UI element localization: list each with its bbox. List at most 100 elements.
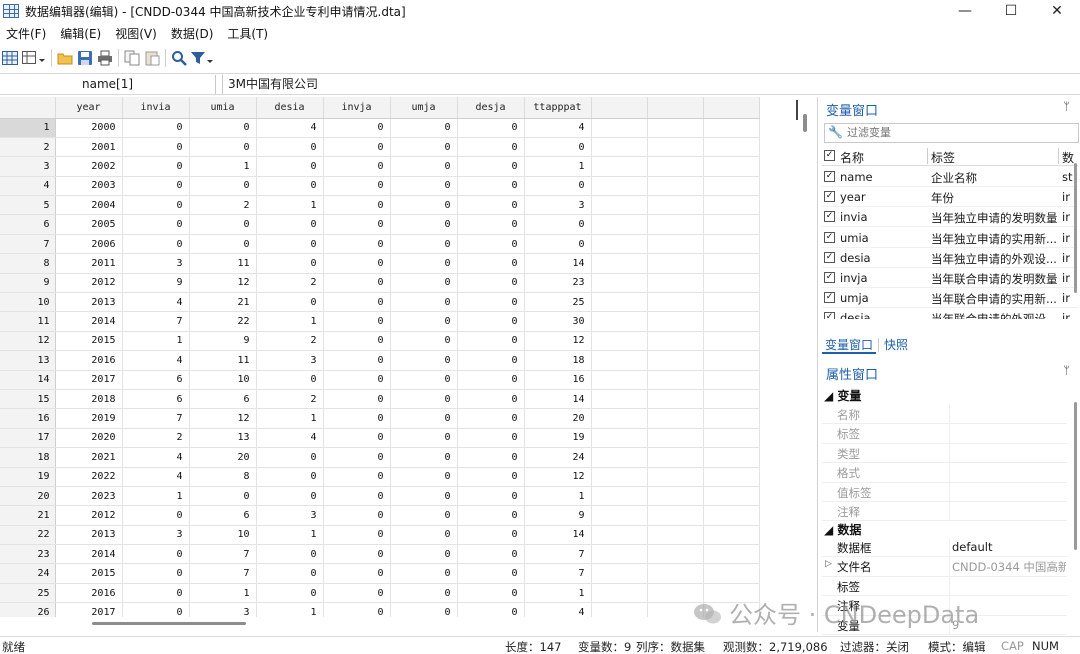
- data-cell[interactable]: 25: [524, 292, 592, 313]
- data-cell[interactable]: 0: [122, 544, 190, 565]
- variable-list-item[interactable]: ✓ umia 当年独立申请的实用新... ir: [822, 228, 1078, 248]
- data-cell[interactable]: 0: [390, 234, 458, 255]
- row-number[interactable]: 17: [0, 428, 56, 449]
- empty-cell[interactable]: [591, 118, 648, 138]
- data-cell[interactable]: 7: [189, 544, 257, 565]
- data-cell[interactable]: 0: [457, 292, 525, 313]
- data-cell[interactable]: 0: [189, 176, 257, 197]
- empty-cell[interactable]: [591, 389, 648, 410]
- data-cell[interactable]: 0: [323, 292, 391, 313]
- empty-cell[interactable]: [647, 273, 704, 294]
- column-header[interactable]: desja: [457, 97, 525, 119]
- empty-cell[interactable]: [647, 195, 704, 216]
- row-number[interactable]: 15: [0, 389, 56, 410]
- data-cell[interactable]: 1: [189, 156, 257, 177]
- data-cell[interactable]: 0: [256, 447, 324, 468]
- data-cell[interactable]: 0: [323, 467, 391, 487]
- data-cell[interactable]: 0: [390, 273, 458, 294]
- data-cell[interactable]: 0: [122, 137, 190, 158]
- row-number[interactable]: 2: [0, 137, 56, 158]
- empty-cell[interactable]: [703, 467, 760, 487]
- property-row[interactable]: 注释: [822, 502, 1067, 522]
- table-row[interactable]: 26 2017 0 3 1 0 0 0 4: [0, 602, 760, 617]
- data-cell[interactable]: 4: [122, 467, 190, 487]
- data-cell[interactable]: 7: [189, 563, 257, 584]
- data-cell[interactable]: 1: [256, 195, 324, 216]
- data-cell[interactable]: 0: [323, 544, 391, 565]
- data-cell[interactable]: 1: [256, 408, 324, 429]
- row-number[interactable]: 16: [0, 408, 56, 429]
- data-cell[interactable]: 0: [256, 544, 324, 565]
- empty-cell[interactable]: [591, 176, 648, 197]
- data-cell[interactable]: 20: [189, 447, 257, 468]
- empty-cell[interactable]: [647, 214, 704, 235]
- cell-value-input[interactable]: 3M中国有限公司: [222, 75, 1080, 94]
- empty-cell[interactable]: [647, 389, 704, 410]
- row-number[interactable]: 9: [0, 273, 56, 294]
- data-cell[interactable]: 0: [323, 214, 391, 235]
- row-number[interactable]: 25: [0, 583, 56, 604]
- row-number[interactable]: 26: [0, 602, 56, 617]
- empty-cell[interactable]: [591, 563, 648, 584]
- empty-cell[interactable]: [647, 486, 704, 507]
- row-number[interactable]: 19: [0, 467, 56, 487]
- table-row[interactable]: 7 2006 0 0 0 0 0 0 0: [0, 234, 760, 255]
- data-cell[interactable]: 0: [390, 544, 458, 565]
- table-row[interactable]: 11 2014 7 22 1 0 0 0 30: [0, 311, 760, 332]
- data-cell[interactable]: 0: [323, 176, 391, 197]
- empty-cell[interactable]: [703, 176, 760, 197]
- data-cell[interactable]: 0: [524, 214, 592, 235]
- row-number[interactable]: 7: [0, 234, 56, 255]
- open-folder-icon[interactable]: [55, 48, 75, 68]
- menu-tools[interactable]: 工具(T): [221, 25, 276, 42]
- empty-cell[interactable]: [703, 292, 760, 313]
- data-cell[interactable]: 2: [256, 273, 324, 294]
- data-cell[interactable]: 10: [189, 525, 257, 546]
- table-row[interactable]: 15 2018 6 6 2 0 0 0 14: [0, 389, 760, 410]
- variable-list-item[interactable]: ✓ desja 当年联合申请的外观设...ir: [822, 308, 1078, 319]
- data-cell[interactable]: 2000: [55, 118, 123, 138]
- empty-cell[interactable]: [703, 253, 760, 274]
- data-cell[interactable]: 2006: [55, 234, 123, 255]
- data-cell[interactable]: 0: [256, 176, 324, 197]
- empty-cell[interactable]: [591, 331, 648, 352]
- data-cell[interactable]: 7: [524, 563, 592, 584]
- empty-cell[interactable]: [703, 311, 760, 332]
- data-cell[interactable]: 6: [189, 389, 257, 410]
- data-cell[interactable]: 2023: [55, 486, 123, 507]
- empty-cell[interactable]: [591, 428, 648, 449]
- row-number[interactable]: 24: [0, 563, 56, 584]
- empty-cell[interactable]: [647, 505, 704, 526]
- data-cell[interactable]: 0: [457, 467, 525, 487]
- expand-arrow-icon[interactable]: ▷: [825, 559, 832, 569]
- close-button[interactable]: ✕: [1034, 0, 1080, 22]
- empty-cell[interactable]: [591, 234, 648, 255]
- select-all-checkbox[interactable]: ✓: [824, 150, 835, 161]
- variable-checkbox[interactable]: ✓: [824, 171, 835, 182]
- empty-cell[interactable]: [591, 467, 648, 487]
- row-number[interactable]: 12: [0, 331, 56, 352]
- empty-cell[interactable]: [703, 273, 760, 294]
- data-cell[interactable]: 0: [390, 292, 458, 313]
- data-cell[interactable]: 0: [323, 389, 391, 410]
- property-row[interactable]: 标签: [822, 576, 1067, 597]
- empty-cell[interactable]: [591, 525, 648, 546]
- data-cell[interactable]: 3: [256, 350, 324, 371]
- data-cell[interactable]: 0: [457, 486, 525, 507]
- table-row[interactable]: 18 2021 4 20 0 0 0 0 24: [0, 447, 760, 468]
- empty-cell[interactable]: [591, 137, 648, 158]
- data-cell[interactable]: 2014: [55, 311, 123, 332]
- pin-icon[interactable]: ᛘ: [1063, 364, 1070, 377]
- table-row[interactable]: 25 2016 0 1 0 0 0 0 1: [0, 583, 760, 604]
- data-cell[interactable]: 2018: [55, 389, 123, 410]
- variable-list-scrollbar[interactable]: [1074, 163, 1077, 293]
- data-cell[interactable]: 1: [524, 156, 592, 177]
- row-number[interactable]: 1: [0, 118, 56, 138]
- data-cell[interactable]: 0: [524, 176, 592, 197]
- properties-scrollbar[interactable]: [1074, 402, 1077, 550]
- data-cell[interactable]: 0: [457, 583, 525, 604]
- data-cell[interactable]: 12: [524, 331, 592, 352]
- data-cell[interactable]: 14: [524, 389, 592, 410]
- data-cell[interactable]: 7: [122, 408, 190, 429]
- data-cell[interactable]: 0: [256, 583, 324, 604]
